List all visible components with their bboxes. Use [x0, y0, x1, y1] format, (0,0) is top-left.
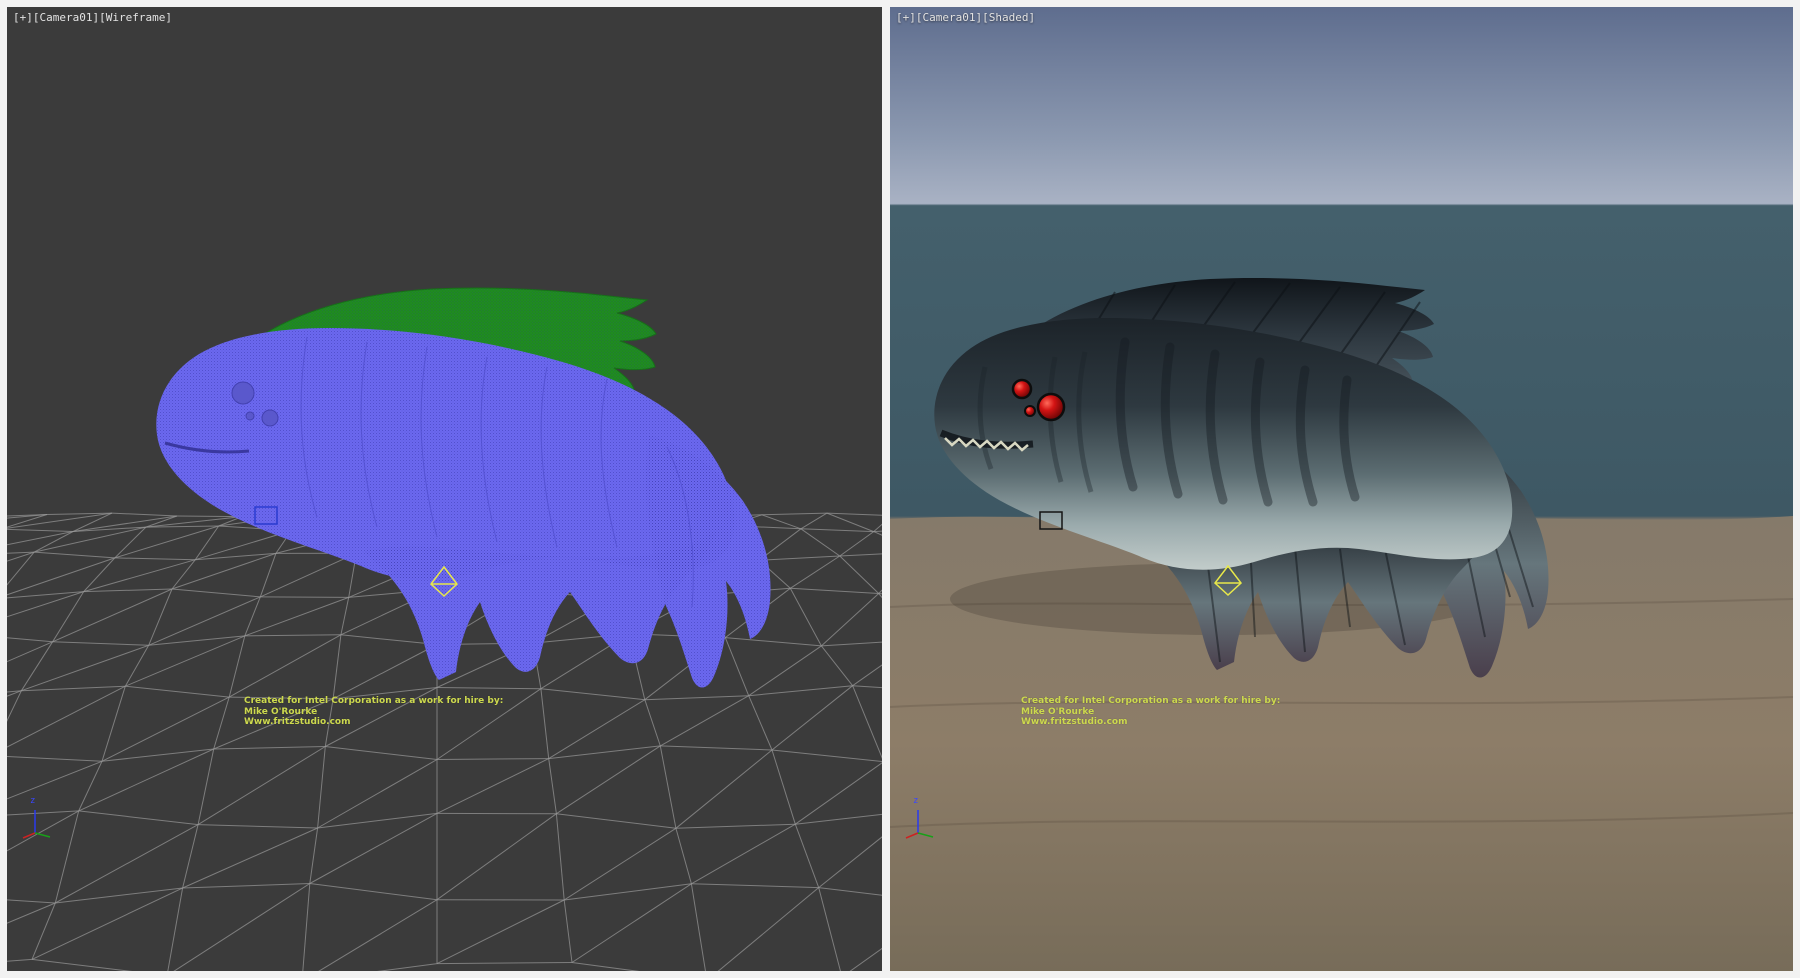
viewport-label: [+][Camera01][Shaded]	[896, 11, 1035, 24]
z-axis-label: z	[913, 796, 918, 806]
credit-text: Created for Intel Corporation as a work …	[1021, 696, 1280, 728]
viewport-wireframe[interactable]: [+][Camera01][Wireframe]	[7, 7, 882, 971]
world-axis-gizmo: z	[902, 799, 944, 843]
credit-line: Www.fritzstudio.com	[244, 717, 503, 728]
wireframe-canvas[interactable]	[7, 7, 882, 971]
viewport-shading-mode-button[interactable]: [Shaded]	[982, 11, 1035, 24]
z-axis-label: z	[30, 796, 35, 806]
credit-text: Created for Intel Corporation as a work …	[244, 696, 503, 728]
world-axis-gizmo: z	[19, 799, 61, 843]
viewport-label: [+][Camera01][Wireframe]	[13, 11, 172, 24]
viewport-menu-button[interactable]: [+]	[896, 11, 916, 24]
credit-line: Mike O'Rourke	[244, 707, 503, 718]
fish-eye-red	[1038, 394, 1064, 420]
viewport-camera-button[interactable]: [Camera01]	[916, 11, 982, 24]
viewport-menu-button[interactable]: [+]	[13, 11, 33, 24]
shaded-canvas[interactable]	[890, 7, 1793, 971]
fish-eye-red	[1025, 406, 1035, 416]
credit-line: Mike O'Rourke	[1021, 707, 1280, 718]
fish-eye	[232, 382, 254, 404]
viewport-shading-mode-button[interactable]: [Wireframe]	[99, 11, 172, 24]
fish-eye	[246, 412, 254, 420]
fish-eye	[262, 410, 278, 426]
fish-eye-red	[1013, 380, 1031, 398]
credit-line: Created for Intel Corporation as a work …	[1021, 696, 1280, 707]
x-axis-line	[906, 833, 918, 838]
y-axis-line	[918, 833, 933, 837]
x-axis-line	[23, 833, 35, 838]
credit-line: Created for Intel Corporation as a work …	[244, 696, 503, 707]
credit-line: Www.fritzstudio.com	[1021, 717, 1280, 728]
viewport-camera-button[interactable]: [Camera01]	[33, 11, 99, 24]
viewport-shaded[interactable]: [+][Camera01][Shaded]	[890, 7, 1793, 971]
viewport-split-frame: [+][Camera01][Wireframe]	[0, 0, 1800, 978]
y-axis-line	[35, 833, 50, 837]
